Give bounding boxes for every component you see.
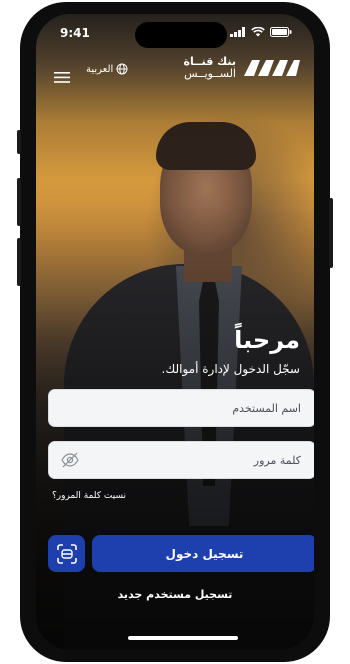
app-screen: 9:41 العربية بنك قنــاة الســويــس مرحبا… [36, 14, 314, 650]
language-label: العربية [86, 63, 114, 75]
password-input[interactable] [61, 452, 303, 468]
bank-name: بنك قنــاة الســويــس [183, 56, 236, 79]
face-id-icon [56, 543, 77, 564]
battery-icon [270, 27, 292, 37]
power-button [329, 198, 333, 268]
status-icons [230, 27, 292, 37]
mute-switch [17, 130, 21, 154]
volume-up-button [17, 178, 21, 226]
home-indicator[interactable] [128, 636, 238, 640]
eye-slash-icon[interactable] [61, 452, 79, 468]
username-input[interactable] [61, 400, 303, 416]
register-new-user-link[interactable]: تسجيل مستخدم جديد [36, 588, 314, 601]
login-button[interactable]: تسجيل دخول [92, 535, 314, 572]
biometric-login-button[interactable] [48, 535, 85, 572]
menu-icon [54, 72, 70, 83]
bank-name-line1: بنك قنــاة [183, 55, 236, 68]
forgot-password-link[interactable]: نسيت كلمة المرور؟ [52, 491, 126, 501]
bank-logo: بنك قنــاة الســويــس [183, 56, 300, 79]
welcome-title: مرحباً [234, 326, 300, 354]
language-switch[interactable]: العربية [86, 63, 128, 75]
cellular-signal-icon [230, 27, 245, 37]
status-time: 9:41 [60, 26, 90, 40]
bank-logo-mark [244, 59, 300, 76]
username-field[interactable] [48, 389, 314, 427]
dynamic-island [135, 22, 227, 48]
menu-button[interactable] [54, 68, 70, 87]
wifi-icon [251, 27, 265, 37]
globe-icon [116, 63, 128, 75]
bank-name-line2: الســويــس [184, 66, 236, 80]
volume-down-button [17, 238, 21, 286]
password-field[interactable] [48, 441, 314, 479]
welcome-subtitle: سجّل الدخول لإدارة أموالك. [161, 362, 300, 376]
